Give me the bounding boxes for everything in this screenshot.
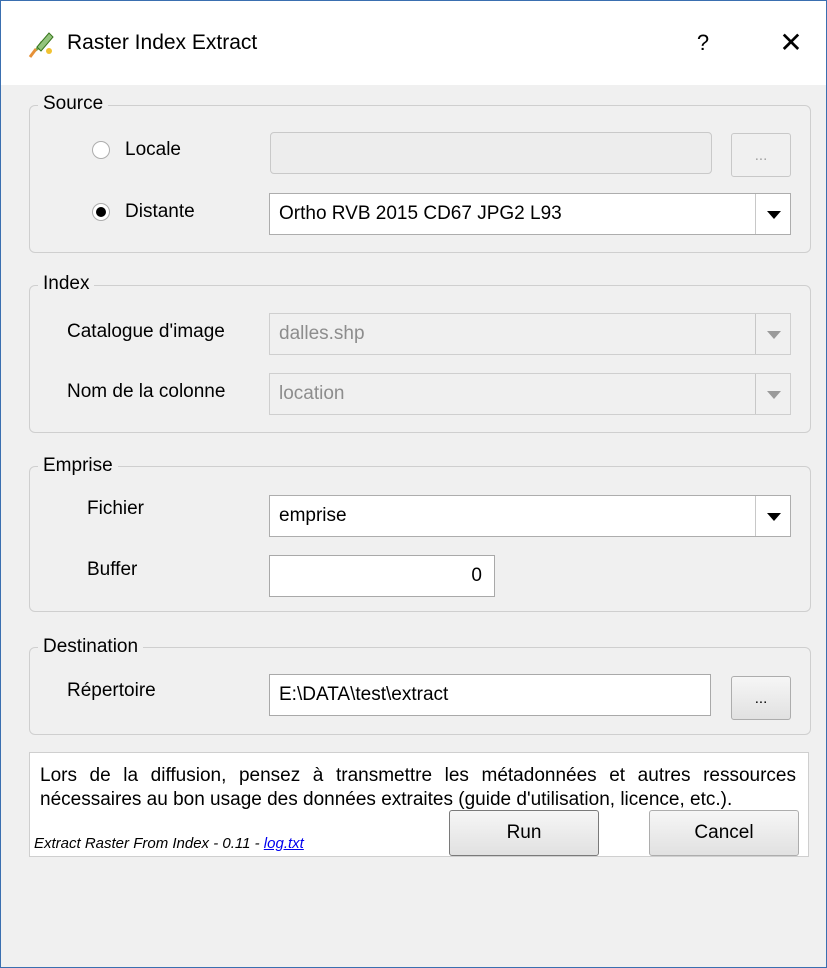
- locale-radio[interactable]: [92, 141, 110, 159]
- buffer-label: Buffer: [87, 559, 138, 580]
- destination-group-title: Destination: [38, 636, 144, 658]
- catalogue-label: Catalogue d'image: [67, 321, 225, 342]
- fichier-select[interactable]: emprise: [269, 495, 791, 537]
- window-title: Raster Index Extract: [67, 31, 258, 54]
- chevron-down-icon: [755, 314, 790, 354]
- locale-path-input[interactable]: [270, 132, 712, 174]
- source-group-title: Source: [38, 93, 109, 115]
- chevron-down-icon: [755, 374, 790, 414]
- distante-dataset-value: Ortho RVB 2015 CD67 JPG2 L93: [279, 203, 562, 224]
- close-button[interactable]: ✕: [769, 25, 813, 61]
- locale-label: Locale: [125, 139, 181, 160]
- cancel-button[interactable]: Cancel: [649, 810, 799, 856]
- chevron-down-icon: [755, 194, 790, 234]
- emprise-group-title: Emprise: [38, 455, 118, 477]
- catalogue-value: dalles.shp: [279, 323, 365, 344]
- fichier-label: Fichier: [87, 498, 145, 519]
- locale-browse-button[interactable]: ...: [731, 133, 791, 177]
- log-link[interactable]: log.txt: [264, 835, 304, 852]
- help-button[interactable]: ?: [683, 25, 723, 61]
- footer-version: Extract Raster From Index - 0.11 - log.t…: [34, 835, 304, 852]
- colonne-value: location: [279, 383, 345, 404]
- destination-browse-button[interactable]: ...: [731, 676, 791, 720]
- buffer-input[interactable]: 0: [269, 555, 495, 597]
- title-bar: Raster Index Extract ? ✕: [1, 1, 826, 85]
- repertoire-input[interactable]: E:\DATA\test\extract: [269, 674, 711, 716]
- index-group-title: Index: [38, 273, 95, 295]
- chevron-down-icon: [755, 496, 790, 536]
- colonne-label: Nom de la colonne: [67, 381, 226, 402]
- colonne-select[interactable]: location: [269, 373, 791, 415]
- qgis-plugin-icon: [28, 32, 54, 58]
- repertoire-label: Répertoire: [67, 680, 156, 701]
- fichier-value: emprise: [279, 505, 347, 526]
- distante-label: Distante: [125, 201, 195, 222]
- footer-version-text: Extract Raster From Index - 0.11 -: [34, 835, 264, 852]
- dialog-window: Raster Index Extract ? ✕ Source Locale .…: [0, 0, 827, 968]
- distante-radio[interactable]: [92, 203, 110, 221]
- run-button[interactable]: Run: [449, 810, 599, 856]
- catalogue-select[interactable]: dalles.shp: [269, 313, 791, 355]
- distante-dataset-select[interactable]: Ortho RVB 2015 CD67 JPG2 L93: [269, 193, 791, 235]
